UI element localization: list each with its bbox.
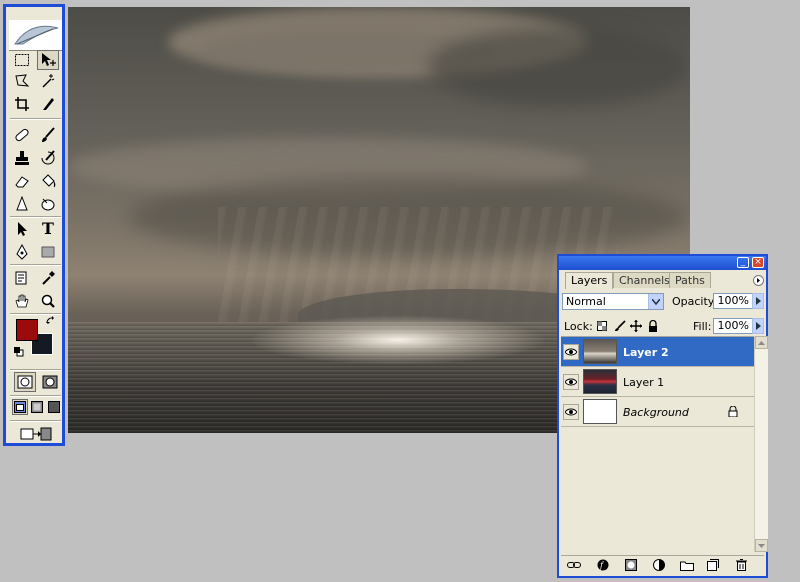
lock-image-pixels-icon[interactable] bbox=[614, 320, 626, 332]
layer-thumbnail bbox=[583, 399, 617, 424]
layer-style-icon[interactable]: f bbox=[596, 559, 610, 571]
dodge-icon[interactable] bbox=[37, 194, 59, 214]
lock-all-icon[interactable] bbox=[647, 320, 659, 332]
link-layers-icon[interactable] bbox=[567, 559, 581, 571]
add-mask-icon[interactable] bbox=[624, 559, 638, 571]
layer-row-layer-1[interactable]: Layer 1 bbox=[561, 367, 754, 397]
type-tool-glyph: T bbox=[42, 219, 54, 238]
new-adjustment-layer-icon[interactable] bbox=[652, 559, 666, 571]
notes-icon[interactable] bbox=[11, 268, 33, 288]
fill-label: Fill: bbox=[693, 320, 712, 333]
standard-screen-mode-icon[interactable] bbox=[12, 399, 28, 415]
scroll-up-icon[interactable] bbox=[755, 336, 768, 349]
layer-name[interactable]: Background bbox=[623, 406, 689, 419]
fill-slider-arrow-icon[interactable] bbox=[752, 318, 764, 334]
layer-row-layer-2[interactable]: Layer 2 bbox=[561, 337, 754, 367]
history-brush-icon[interactable] bbox=[37, 148, 59, 168]
visibility-eye-icon[interactable] bbox=[563, 374, 579, 390]
minimize-icon[interactable]: _ bbox=[737, 257, 749, 268]
lock-label: Lock: bbox=[564, 320, 593, 333]
layer-locked-icon bbox=[728, 405, 738, 420]
blend-mode-value: Normal bbox=[566, 295, 606, 308]
hand-icon[interactable] bbox=[11, 291, 33, 311]
slice-icon[interactable] bbox=[37, 94, 59, 114]
crop-icon[interactable] bbox=[11, 94, 33, 114]
opacity-input[interactable]: 100% bbox=[713, 293, 753, 309]
visibility-eye-icon[interactable] bbox=[563, 344, 579, 360]
eyedropper-icon[interactable] bbox=[37, 268, 59, 288]
standard-mode-icon[interactable] bbox=[14, 372, 36, 392]
move-icon[interactable] bbox=[37, 50, 59, 70]
foreground-color-swatch[interactable] bbox=[16, 319, 38, 341]
scroll-down-icon[interactable] bbox=[755, 539, 768, 552]
tab-layers[interactable]: Layers bbox=[565, 272, 614, 289]
delete-layer-icon[interactable] bbox=[734, 559, 748, 571]
eraser-icon[interactable] bbox=[11, 171, 33, 191]
layers-bottom-toolbar: f bbox=[561, 555, 764, 574]
close-icon[interactable]: × bbox=[752, 257, 764, 268]
jump-to-imageready-icon[interactable] bbox=[18, 424, 54, 444]
layer-row-background[interactable]: Background bbox=[561, 397, 754, 427]
opacity-slider-arrow-icon[interactable] bbox=[752, 293, 764, 309]
opacity-label: Opacity: bbox=[672, 295, 718, 308]
chevron-down-icon bbox=[648, 294, 663, 309]
type-icon[interactable]: T bbox=[37, 219, 59, 239]
palette-titlebar[interactable]: _ × bbox=[559, 256, 766, 270]
new-group-icon[interactable] bbox=[680, 559, 694, 571]
photoshop-feather-logo[interactable] bbox=[9, 20, 62, 51]
layer-name[interactable]: Layer 1 bbox=[623, 376, 664, 389]
tab-paths[interactable]: Paths bbox=[669, 272, 711, 288]
new-layer-icon[interactable] bbox=[706, 559, 720, 571]
lock-transparency-icon[interactable] bbox=[596, 320, 608, 332]
healing-brush-icon[interactable] bbox=[11, 125, 33, 145]
path-selection-icon[interactable] bbox=[11, 219, 33, 239]
full-screen-menu-mode-icon[interactable] bbox=[29, 399, 45, 415]
clone-stamp-icon[interactable] bbox=[11, 148, 33, 168]
swap-colors-icon[interactable] bbox=[46, 316, 56, 329]
quick-mask-mode-icon[interactable] bbox=[39, 372, 61, 392]
fill-input[interactable]: 100% bbox=[713, 318, 753, 334]
full-screen-mode-icon[interactable] bbox=[46, 399, 62, 415]
magic-wand-icon[interactable] bbox=[37, 71, 59, 91]
rectangular-marquee-icon[interactable] bbox=[11, 50, 33, 70]
zoom-icon[interactable] bbox=[37, 291, 59, 311]
default-colors-icon[interactable] bbox=[14, 347, 24, 360]
tab-channels[interactable]: Channels bbox=[613, 272, 676, 288]
blend-mode-select[interactable]: Normal bbox=[562, 293, 664, 310]
visibility-eye-icon[interactable] bbox=[563, 404, 579, 420]
toolbox-panel: T bbox=[3, 4, 65, 446]
layer-list: Layer 2 Layer 1 Background bbox=[561, 336, 754, 553]
lasso-icon[interactable] bbox=[11, 71, 33, 91]
layer-name[interactable]: Layer 2 bbox=[623, 346, 669, 359]
paint-bucket-icon[interactable] bbox=[37, 171, 59, 191]
lock-position-icon[interactable] bbox=[630, 320, 642, 332]
layer-thumbnail bbox=[583, 339, 617, 364]
layer-thumbnail bbox=[583, 369, 617, 394]
brush-icon[interactable] bbox=[37, 125, 59, 145]
rectangle-shape-icon[interactable] bbox=[37, 242, 59, 262]
layer-list-scrollbar[interactable] bbox=[754, 336, 768, 552]
pen-icon[interactable] bbox=[11, 242, 33, 262]
blur-icon[interactable] bbox=[11, 194, 33, 214]
layers-palette: _ × Layers Channels Paths Normal Opacity… bbox=[557, 254, 768, 578]
palette-menu-icon[interactable] bbox=[753, 275, 764, 286]
